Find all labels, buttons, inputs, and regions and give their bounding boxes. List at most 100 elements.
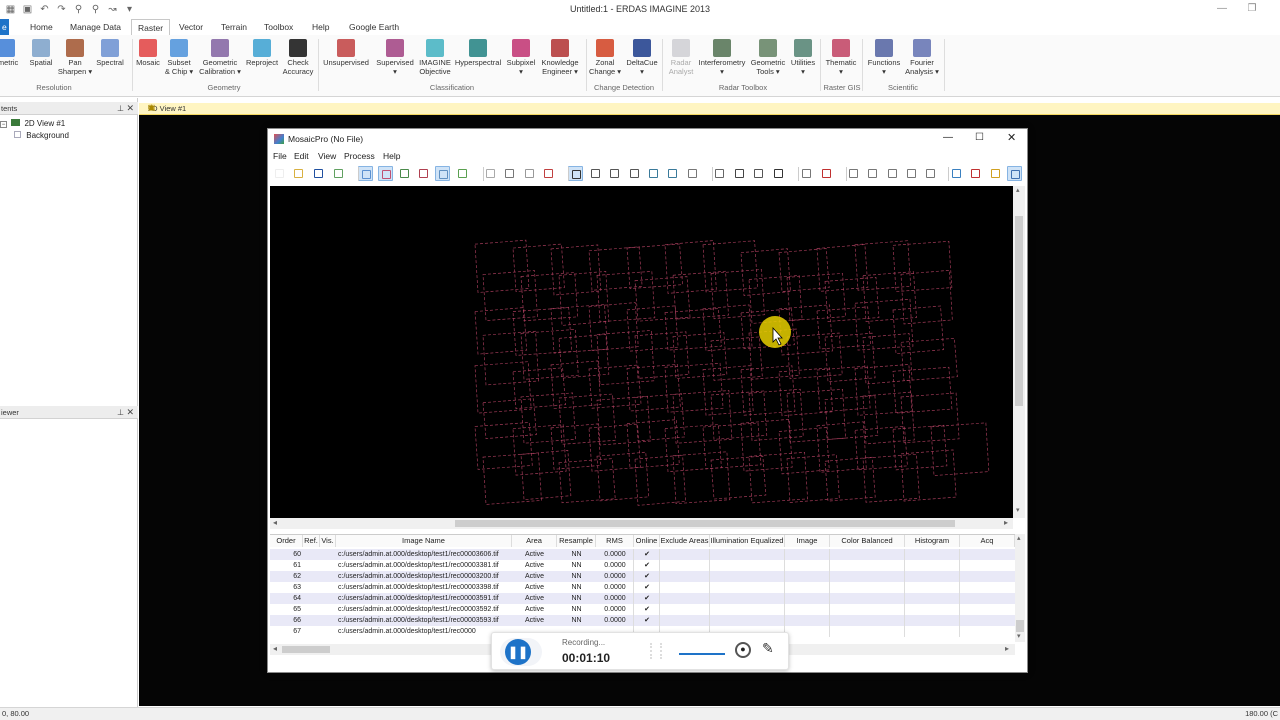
seamline-icon[interactable] <box>712 166 727 181</box>
table-vertical-scrollbar[interactable]: ▴ ▾ <box>1015 534 1025 642</box>
menu-process[interactable]: Process <box>344 151 375 161</box>
tab-toolbox[interactable]: Toolbox <box>258 19 299 35</box>
column-header[interactable]: Exclude Areas <box>660 535 710 547</box>
table-row[interactable]: 60 c:/users/admin.at.000/desktop/test1/re… <box>270 549 1015 560</box>
column-header[interactable]: Order <box>270 535 303 547</box>
output-icon[interactable] <box>799 166 814 181</box>
mosaic-canvas[interactable] <box>270 186 1013 518</box>
column-header[interactable]: Color Balanced <box>830 535 905 547</box>
export-icon[interactable] <box>331 166 346 181</box>
pin-icon[interactable]: ⊥ <box>117 102 124 115</box>
save-icon[interactable] <box>311 166 326 181</box>
tab-google-earth[interactable]: Google Earth <box>343 19 405 35</box>
tab-help[interactable]: Help <box>306 19 335 35</box>
histogram-icon[interactable] <box>751 166 766 181</box>
table-row[interactable]: 61 c:/users/admin.at.000/desktop/test1/re… <box>270 560 1015 571</box>
tree-item-background[interactable]: Background <box>14 131 69 140</box>
layer3-icon[interactable] <box>885 166 900 181</box>
layer2-icon[interactable] <box>865 166 880 181</box>
pen-icon[interactable]: ✎ <box>762 640 774 657</box>
tab-file[interactable]: e <box>0 19 9 35</box>
mosaicpro-window[interactable]: MosaicPro (No File) — ☐ ✕ File Edit View… <box>267 128 1028 673</box>
cell-online[interactable]: ✔ <box>634 582 660 593</box>
checkbox-icon[interactable] <box>14 131 21 138</box>
layer1-icon[interactable] <box>846 166 861 181</box>
column-header[interactable]: Ref. <box>303 535 320 547</box>
menu-help[interactable]: Help <box>383 151 400 161</box>
cell-online[interactable]: ✔ <box>634 604 660 615</box>
overlay-icon[interactable] <box>378 166 393 181</box>
table-row[interactable]: 65 c:/users/admin.at.000/desktop/test1/re… <box>270 604 1015 615</box>
canvas-horizontal-scrollbar[interactable]: ◂ ▸ <box>270 518 1013 529</box>
ribbon-button-fourier[interactable]: Fourier Analysis ▾ <box>896 39 948 76</box>
minimize-icon[interactable]: — <box>943 132 953 143</box>
zoom-in-icon[interactable] <box>646 166 661 181</box>
cell-online[interactable]: ✔ <box>634 571 660 582</box>
run-icon[interactable] <box>819 166 834 181</box>
cell-online[interactable]: ✔ <box>634 593 660 604</box>
mosaicpro-title-bar[interactable]: MosaicPro (No File) — ☐ ✕ <box>268 129 1027 149</box>
ribbon-button-interferometry[interactable]: Interferometry ▾ <box>696 39 748 76</box>
maximize-icon[interactable]: ☐ <box>975 132 984 143</box>
view-tab[interactable]: 2D View #1 ⊥ ⧉ ▣ <box>139 103 1280 115</box>
column-header[interactable]: RMS <box>596 535 634 547</box>
extent-icon[interactable] <box>627 166 642 181</box>
table-row[interactable]: 62 c:/users/admin.at.000/desktop/test1/re… <box>270 571 1015 582</box>
layer4-icon[interactable] <box>904 166 919 181</box>
cell-online[interactable]: ✔ <box>634 615 660 626</box>
column-header[interactable]: Histogram Matched <box>905 535 960 557</box>
column-header[interactable]: Acq <box>960 535 1015 547</box>
refresh-icon[interactable] <box>988 166 1003 181</box>
menu-view[interactable]: View <box>318 151 336 161</box>
tab-raster[interactable]: Raster <box>131 19 171 35</box>
column-header[interactable]: Resample <box>557 535 596 547</box>
close-icon[interactable]: ✕ <box>126 406 134 419</box>
open-icon[interactable] <box>291 166 306 181</box>
table-row[interactable]: 63 c:/users/admin.at.000/desktop/test1/re… <box>270 582 1015 593</box>
cut-icon[interactable] <box>483 166 498 181</box>
new-icon[interactable] <box>272 166 287 181</box>
link-icon[interactable] <box>949 166 964 181</box>
column-header[interactable]: Image Dodged <box>785 535 830 557</box>
image-list-table[interactable]: Order Ref. Vis. Image Name Area Resample RMS On… <box>270 534 1015 642</box>
close-icon[interactable]: ✕ <box>126 102 134 115</box>
canvas-vertical-scrollbar[interactable]: ▴ ▾ <box>1013 186 1025 518</box>
unlink-icon[interactable] <box>968 166 983 181</box>
undo-icon[interactable] <box>522 166 537 181</box>
color-icon[interactable] <box>416 166 431 181</box>
ribbon-button-check-accuracy[interactable]: Check Accuracy <box>272 39 324 76</box>
table-icon[interactable] <box>435 166 450 181</box>
pin-icon[interactable]: ⊥ <box>117 406 124 419</box>
cell-online[interactable]: ✔ <box>634 549 660 560</box>
function-icon[interactable] <box>771 166 786 181</box>
tab-terrain[interactable]: Terrain <box>215 19 253 35</box>
tab-manage-data[interactable]: Manage Data <box>64 19 127 35</box>
tab-vector[interactable]: Vector <box>173 19 209 35</box>
table-row[interactable]: 64 c:/users/admin.at.000/desktop/test1/re… <box>270 593 1015 604</box>
menu-file[interactable]: File <box>273 151 287 161</box>
drag-handle-icon[interactable] <box>650 643 662 659</box>
display-icon[interactable] <box>358 166 373 181</box>
layer5-icon[interactable] <box>923 166 938 181</box>
cloud-icon[interactable] <box>1007 166 1022 181</box>
edit-icon[interactable] <box>502 166 517 181</box>
delete-icon[interactable] <box>541 166 556 181</box>
fit-icon[interactable] <box>607 166 622 181</box>
menu-edit[interactable]: Edit <box>294 151 309 161</box>
webcam-icon[interactable]: ● <box>735 642 751 658</box>
tab-home[interactable]: Home <box>24 19 59 35</box>
column-header[interactable]: Vis. <box>320 535 336 547</box>
close-icon[interactable]: ✕ <box>1007 131 1016 144</box>
zoom-out-icon[interactable] <box>665 166 680 181</box>
collapse-icon[interactable]: − <box>0 121 7 128</box>
table-row[interactable]: 66 c:/users/admin.at.000/desktop/test1/re… <box>270 615 1015 626</box>
select-icon[interactable] <box>568 166 583 181</box>
box-select-icon[interactable] <box>588 166 603 181</box>
pause-button[interactable]: ❚❚ <box>505 639 531 665</box>
stack-icon[interactable] <box>397 166 412 181</box>
ribbon-button-unsupervised[interactable]: Unsupervised <box>320 39 372 68</box>
minimize-icon[interactable]: — <box>1214 2 1230 16</box>
tree-item-2d-view[interactable]: − 2D View #1 <box>0 119 65 128</box>
column-header[interactable]: Image Name <box>336 535 512 547</box>
close-icon[interactable]: ▣ <box>148 103 1274 112</box>
